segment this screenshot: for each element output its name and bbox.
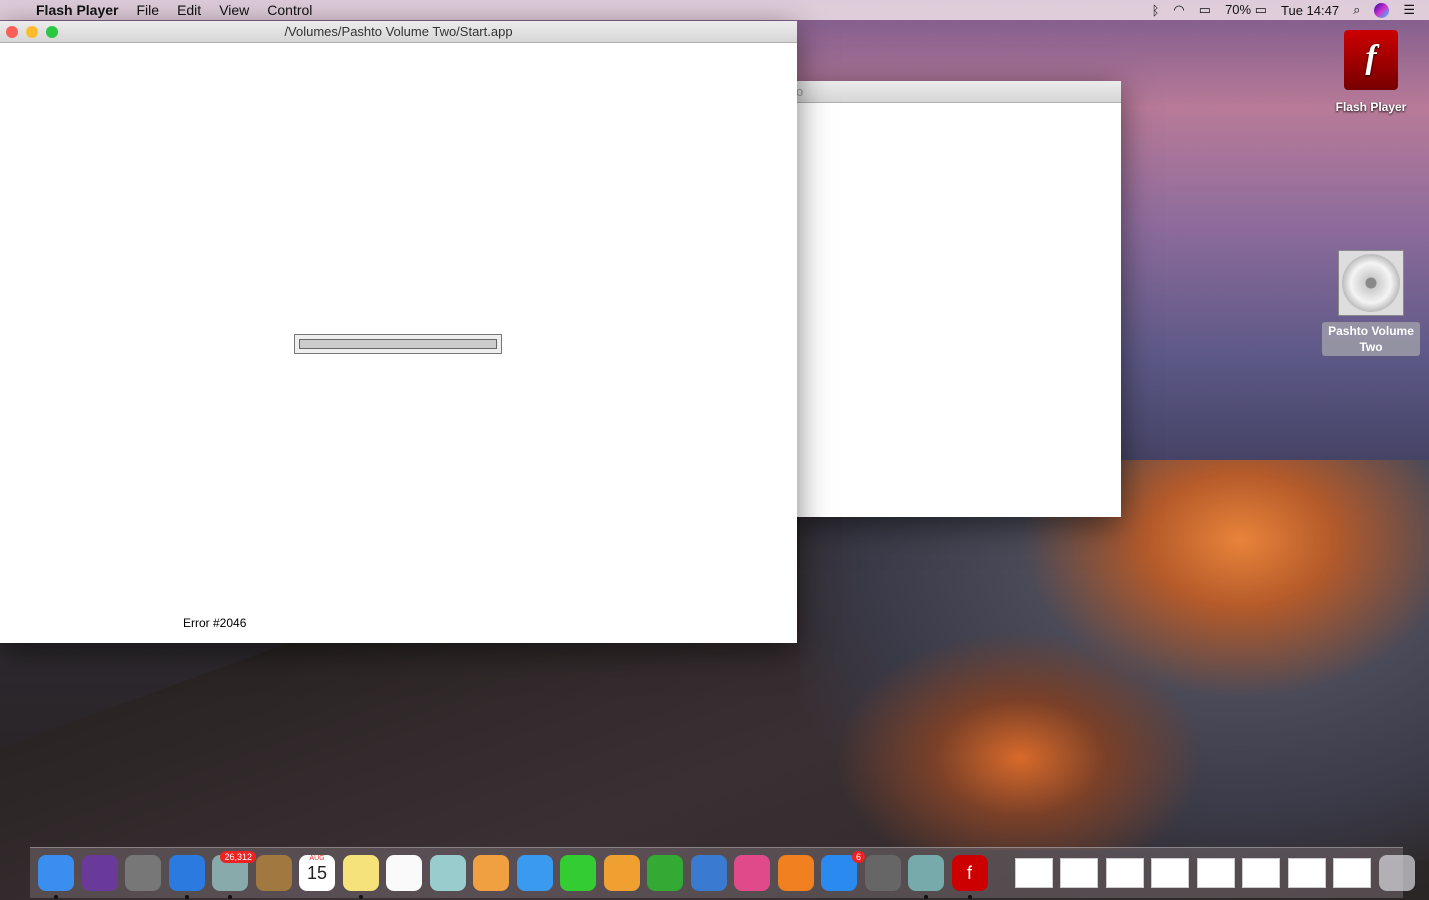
clock[interactable]: Tue 14:47 — [1281, 3, 1339, 18]
dock-document-thumbnail[interactable] — [1333, 858, 1371, 888]
dock-facetime[interactable] — [560, 855, 596, 891]
desktop-icon-label: Flash Player — [1335, 100, 1407, 114]
dock-system-preferences[interactable] — [864, 855, 901, 891]
dock-app-store[interactable]: 6 — [821, 851, 865, 891]
dock-mail[interactable]: 26,312 — [212, 851, 256, 899]
running-indicator — [54, 895, 58, 899]
wallpaper-ridge — [820, 620, 1220, 850]
dock-document-thumbnail[interactable] — [1014, 858, 1053, 888]
loading-progress-bar — [294, 334, 502, 354]
dock-flash-player[interactable]: f — [951, 855, 988, 899]
wifi-icon[interactable]: ◠ — [1173, 2, 1184, 18]
notification-badge: 6 — [851, 851, 865, 863]
window-title: /Volumes/Pashto Volume Two/Start.app — [284, 24, 513, 39]
dock-messages[interactable] — [516, 855, 553, 891]
back-window-title: o — [796, 84, 804, 99]
siri-icon[interactable] — [1374, 2, 1390, 18]
back-window-titlebar[interactable]: o — [790, 81, 1121, 103]
desktop-icon-pashto-volume[interactable]: Pashto Volume Two — [1322, 250, 1420, 356]
dock-document-thumbnail[interactable] — [1196, 858, 1235, 888]
menu-view[interactable]: View — [219, 2, 249, 18]
dock-siri[interactable] — [81, 855, 118, 891]
running-indicator — [184, 895, 189, 899]
progress-track — [299, 339, 497, 349]
desktop-icon-flash-player[interactable]: f Flash Player — [1326, 30, 1416, 114]
running-indicator — [924, 895, 928, 899]
dock-icon-text: f — [966, 862, 972, 883]
dock-contacts[interactable] — [255, 855, 292, 891]
menu-edit[interactable]: Edit — [177, 2, 201, 18]
calendar-month: AUG — [309, 855, 325, 862]
dock: 26,312 15 AUG 6 f — [30, 847, 1415, 899]
dock-maps[interactable] — [429, 855, 466, 891]
dock-document-thumbnail[interactable] — [1060, 858, 1098, 888]
dock-icon-text: 15 — [306, 862, 328, 883]
dock-launchpad[interactable] — [125, 855, 161, 891]
battery-status[interactable]: 70% ▭ — [1225, 2, 1267, 18]
desktop-icon-label: Pashto Volume Two — [1322, 322, 1420, 356]
menu-file[interactable]: File — [137, 2, 160, 18]
running-indicator — [358, 895, 363, 899]
dock-reminders[interactable] — [386, 855, 422, 891]
running-indicator — [967, 895, 972, 899]
flash-player-window: /Volumes/Pashto Volume Two/Start.app Err… — [0, 21, 797, 643]
spotlight-search-icon[interactable]: ⌕ — [1353, 2, 1360, 18]
battery-percent: 70% — [1225, 2, 1252, 17]
menu-app-name[interactable]: Flash Player — [36, 2, 119, 18]
notification-badge: 26,312 — [220, 851, 256, 863]
running-indicator — [228, 895, 232, 899]
dock-safari[interactable] — [168, 855, 205, 899]
dock-document-thumbnail[interactable] — [1287, 858, 1326, 888]
dock-document-thumbnail[interactable] — [1105, 858, 1144, 888]
dock-keynote[interactable] — [690, 855, 727, 891]
zoom-button[interactable] — [46, 26, 58, 38]
notification-center-icon[interactable]: ☰ — [1403, 2, 1415, 18]
back-window: o — [790, 81, 1121, 517]
error-message: Error #2046 — [183, 616, 247, 630]
dock-notes[interactable] — [342, 855, 379, 899]
dock-photos[interactable] — [473, 855, 509, 891]
menu-control[interactable]: Control — [267, 2, 312, 18]
airplay-icon[interactable]: ▭ — [1199, 2, 1211, 18]
dock-finder[interactable] — [38, 855, 74, 899]
window-titlebar[interactable]: /Volumes/Pashto Volume Two/Start.app — [0, 21, 797, 43]
disc-icon — [1338, 250, 1404, 316]
flash-player-icon: f — [1344, 30, 1398, 90]
dock-document-thumbnail[interactable] — [1242, 858, 1280, 888]
dock-calendar[interactable]: 15 AUG — [299, 855, 335, 891]
bluetooth-icon[interactable]: ᛒ — [1152, 3, 1160, 18]
dock-itunes[interactable] — [734, 855, 770, 891]
dock-document-thumbnail[interactable] — [1151, 858, 1189, 888]
menu-bar: Flash Player File Edit View Control ᛒ ◠ … — [0, 0, 1429, 20]
minimize-button[interactable] — [26, 26, 38, 38]
dock-trash[interactable] — [1378, 855, 1415, 891]
dock-numbers[interactable] — [647, 855, 683, 891]
dock-preview[interactable] — [908, 855, 944, 899]
close-button[interactable] — [6, 26, 18, 38]
dock-ibooks[interactable] — [777, 855, 814, 891]
dock-pages[interactable] — [603, 855, 640, 891]
